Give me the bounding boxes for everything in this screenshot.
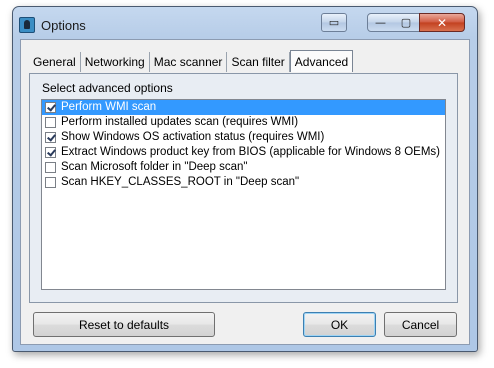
advanced-options-list[interactable]: Perform WMI scan Perform installed updat…	[41, 99, 446, 290]
maximize-icon: ▢	[400, 16, 412, 29]
options-window: Options ▭ — ▢ ✕ General Networking Mac s…	[12, 6, 478, 352]
option-label: Scan HKEY_CLASSES_ROOT in "Deep scan"	[61, 176, 300, 188]
tab-networking[interactable]: Networking	[81, 52, 150, 72]
option-installed-updates-scan[interactable]: Perform installed updates scan (requires…	[42, 115, 445, 130]
option-label: Scan Microsoft folder in "Deep scan"	[61, 161, 248, 173]
minimize-icon: —	[375, 16, 386, 29]
checkbox[interactable]	[45, 177, 56, 188]
ok-button[interactable]: OK	[303, 312, 376, 337]
title-bar[interactable]: Options ▭ — ▢ ✕	[13, 7, 477, 41]
option-label: Perform WMI scan	[61, 101, 157, 113]
option-extract-product-key[interactable]: Extract Windows product key from BIOS (a…	[42, 145, 445, 160]
tab-mac-scanner[interactable]: Mac scanner	[150, 52, 228, 72]
tab-strip: General Networking Mac scanner Scan filt…	[29, 50, 354, 72]
minimize-button[interactable]: —	[367, 13, 394, 32]
advanced-tab-panel: Select advanced options Perform WMI scan…	[29, 73, 458, 303]
checkbox[interactable]	[45, 117, 56, 128]
checkbox[interactable]	[45, 147, 56, 158]
tab-scan-filter[interactable]: Scan filter	[227, 52, 290, 72]
reset-to-defaults-button[interactable]: Reset to defaults	[33, 312, 215, 337]
maximize-button[interactable]: ▢	[393, 13, 420, 32]
close-button[interactable]: ✕	[419, 13, 465, 32]
option-label: Perform installed updates scan (requires…	[61, 116, 299, 128]
tab-general[interactable]: General	[29, 52, 81, 72]
window-title: Options	[41, 18, 86, 33]
dialog-client-area: General Networking Mac scanner Scan filt…	[20, 39, 470, 345]
option-scan-hkcr[interactable]: Scan HKEY_CLASSES_ROOT in "Deep scan"	[42, 175, 445, 190]
option-scan-microsoft-folder[interactable]: Scan Microsoft folder in "Deep scan"	[42, 160, 445, 175]
section-label: Select advanced options	[42, 81, 173, 95]
close-icon: ✕	[436, 15, 448, 30]
app-icon	[19, 17, 35, 33]
dock-icon: ▭	[328, 16, 340, 29]
checkbox[interactable]	[45, 102, 56, 113]
option-perform-wmi-scan[interactable]: Perform WMI scan	[42, 100, 445, 115]
cancel-button[interactable]: Cancel	[384, 312, 457, 337]
tab-advanced[interactable]: Advanced	[289, 50, 354, 72]
option-label: Extract Windows product key from BIOS (a…	[61, 146, 440, 158]
option-label: Show Windows OS activation status (requi…	[61, 131, 325, 143]
checkbox[interactable]	[45, 162, 56, 173]
checkbox[interactable]	[45, 132, 56, 143]
dock-button[interactable]: ▭	[321, 13, 347, 32]
option-windows-activation-status[interactable]: Show Windows OS activation status (requi…	[42, 130, 445, 145]
